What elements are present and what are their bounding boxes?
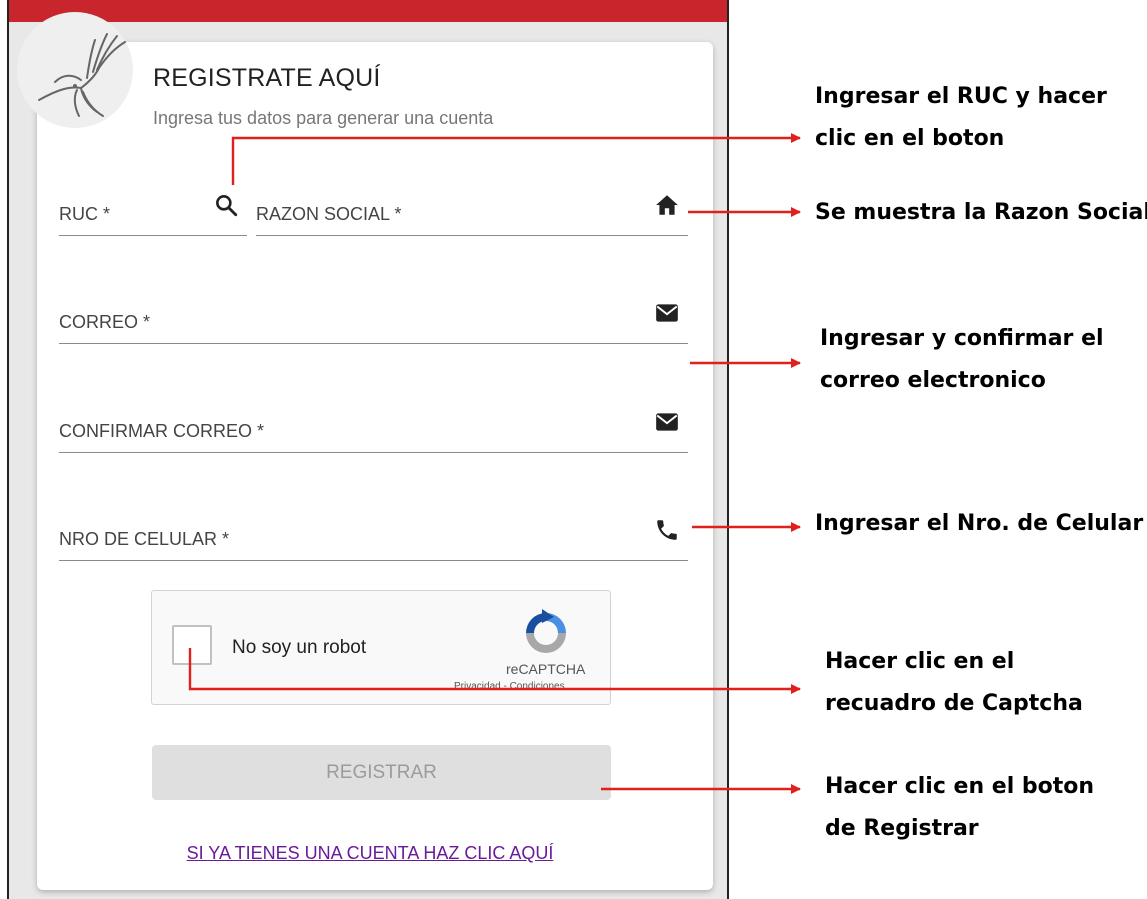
phone-annotation-text: Ingresar el Nro. de Celular — [815, 511, 1144, 536]
register-annotation-line2: de Registrar — [825, 816, 979, 841]
ruc-arrow — [231, 133, 801, 185]
phone-annotation: Ingresar el Nro. de Celular — [815, 503, 1143, 545]
ruc-annotation-line2: clic en el boton — [815, 126, 1005, 151]
captcha-annotation: Hacer clic en el recuadro de Captcha — [825, 641, 1083, 725]
email-annotation-line2: correo electronico — [820, 368, 1046, 393]
ruc-annotation-line1: Ingresar el RUC y hacer — [815, 84, 1107, 109]
razon-annotation-text: Se muestra la Razon Social — [815, 200, 1147, 225]
captcha-arrow — [188, 648, 801, 694]
ruc-annotation: Ingresar el RUC y hacer clic en el boton — [815, 76, 1107, 160]
email-annotation: Ingresar y confirmar el correo electroni… — [820, 318, 1104, 402]
register-annotation-line1: Hacer clic en el boton — [825, 774, 1095, 799]
register-annotation: Hacer clic en el boton de Registrar — [825, 766, 1094, 850]
captcha-annotation-line2: recuadro de Captcha — [825, 691, 1083, 716]
email-annotation-line1: Ingresar y confirmar el — [820, 326, 1104, 351]
captcha-annotation-line1: Hacer clic en el — [825, 649, 1015, 674]
razon-annotation: Se muestra la Razon Social — [815, 192, 1147, 234]
